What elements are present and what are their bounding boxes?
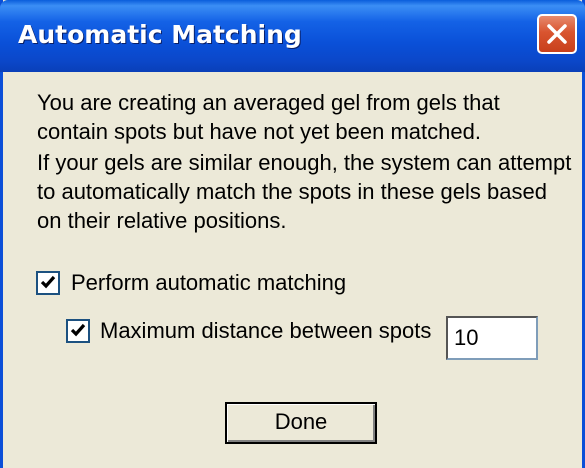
perform-matching-label[interactable]: Perform automatic matching: [71, 269, 346, 297]
checkmark-icon: [70, 323, 86, 337]
explanation-line-2: to automatically match the spots in thes…: [37, 179, 547, 204]
perform-matching-checkbox[interactable]: [36, 271, 60, 295]
max-distance-checkbox[interactable]: [66, 319, 90, 343]
max-distance-input[interactable]: [446, 316, 538, 360]
max-distance-label[interactable]: Maximum distance between spots: [100, 317, 431, 345]
explanation-line-3: on their relative positions.: [37, 208, 287, 233]
explanation-paragraph: If your gels are similar enough, the sys…: [37, 148, 577, 235]
close-button[interactable]: [537, 14, 577, 54]
close-icon: [547, 24, 567, 44]
explanation-line-1: If your gels are similar enough, the sys…: [37, 150, 572, 175]
checkmark-icon: [40, 275, 56, 289]
intro-line-2: contain spots but have not yet been matc…: [37, 119, 481, 144]
done-button[interactable]: Done: [225, 402, 377, 444]
dialog-title: Automatic Matching: [18, 20, 302, 49]
title-bar[interactable]: Automatic Matching: [0, 0, 585, 72]
dialog-window: Automatic Matching You are creating an a…: [0, 0, 585, 468]
intro-paragraph: You are creating an averaged gel from ge…: [37, 88, 577, 146]
intro-line-1: You are creating an averaged gel from ge…: [37, 90, 500, 115]
